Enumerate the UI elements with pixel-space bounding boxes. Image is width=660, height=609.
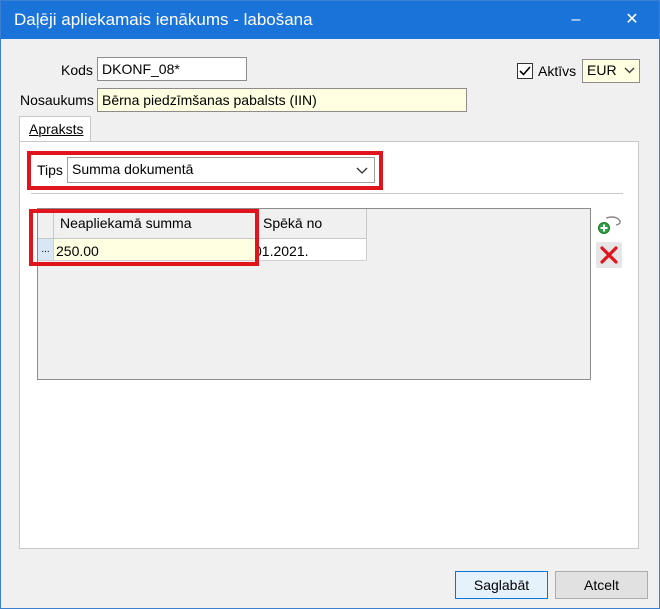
cell-date[interactable]: 01.2021. bbox=[257, 239, 367, 261]
separator-line bbox=[31, 193, 623, 194]
aktivs-checkbox[interactable] bbox=[517, 63, 533, 79]
window-title: Daļēji apliekamais ienākums - labošana bbox=[14, 10, 313, 29]
nosaukums-field[interactable]: Bērna piedzīmšanas pabalsts (IIN) bbox=[97, 88, 467, 112]
kods-label: Kods bbox=[61, 62, 93, 78]
cancel-button[interactable]: Atcelt bbox=[555, 571, 648, 599]
title-bar: Daļēji apliekamais ienākums - labošana –… bbox=[1, 1, 659, 39]
tab-apraksts-label: Apraksts bbox=[29, 121, 84, 137]
highlight-frame-amount bbox=[29, 209, 259, 266]
delete-row-button[interactable] bbox=[596, 242, 622, 268]
nosaukums-label: Nosaukums bbox=[20, 92, 94, 108]
delete-icon bbox=[600, 246, 618, 264]
grid-header-speka-no[interactable]: Spēkā no bbox=[257, 209, 367, 239]
minimize-icon[interactable]: – bbox=[553, 1, 599, 39]
add-row-button[interactable] bbox=[596, 212, 622, 238]
currency-value: EUR bbox=[587, 62, 617, 78]
currency-select[interactable]: EUR bbox=[582, 59, 640, 83]
close-icon[interactable]: ✕ bbox=[609, 1, 655, 39]
dialog-window: Daļēji apliekamais ienākums - labošana –… bbox=[0, 0, 660, 609]
aktivs-label: Aktīvs bbox=[538, 63, 577, 79]
checkmark-icon bbox=[519, 66, 531, 76]
chevron-down-icon bbox=[624, 60, 635, 87]
kods-field[interactable]: DKONF_08* bbox=[97, 57, 247, 81]
add-icon bbox=[598, 216, 621, 234]
highlight-frame-tips bbox=[27, 151, 383, 190]
tab-apraksts[interactable]: Apraksts bbox=[19, 116, 91, 142]
save-button[interactable]: Saglabāt bbox=[455, 571, 548, 599]
